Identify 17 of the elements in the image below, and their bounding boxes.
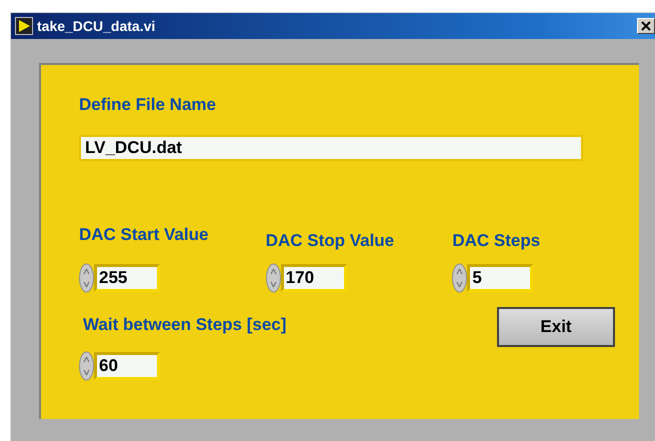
- exit-button[interactable]: Exit: [497, 307, 615, 347]
- numeric-field[interactable]: 255: [94, 264, 160, 292]
- field-label: Define File Name: [79, 95, 217, 115]
- spinner-arrows-icon[interactable]: [266, 263, 281, 293]
- spinner-arrows-icon[interactable]: [452, 263, 468, 293]
- spinner-arrows-icon[interactable]: [79, 263, 94, 293]
- numeric-label: DAC Stop Value: [266, 231, 396, 251]
- spinner-arrows-icon[interactable]: [79, 351, 94, 381]
- file-name-field[interactable]: LV_DCU.dat: [79, 135, 583, 161]
- numeric-field[interactable]: 60: [94, 352, 160, 380]
- numeric-label: DAC Start Value: [79, 225, 210, 245]
- numeric-label: Wait between Steps [sec]: [83, 315, 288, 335]
- close-button[interactable]: [637, 18, 655, 34]
- numeric-field[interactable]: 5: [467, 264, 534, 292]
- numeric-label: DAC Steps: [452, 231, 542, 251]
- numeric-field[interactable]: 170: [280, 264, 347, 292]
- window-title: take_DCU_data.vi: [37, 18, 156, 34]
